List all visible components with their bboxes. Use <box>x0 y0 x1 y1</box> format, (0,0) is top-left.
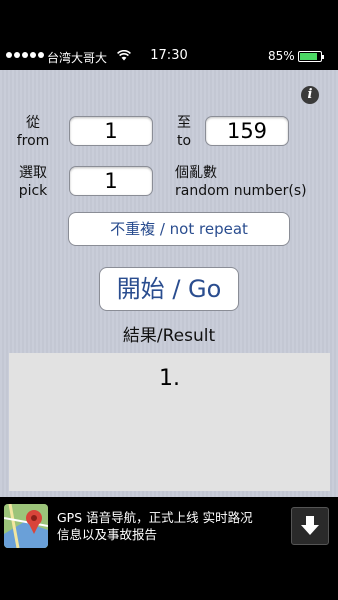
result-title: 結果/Result <box>122 326 216 346</box>
random-label-en: random number(s) <box>175 183 307 199</box>
random-label-cn: 個亂數 <box>175 165 217 181</box>
status-bar: 台湾大哥大 17:30 85% <box>0 44 338 68</box>
app-screen: 台湾大哥大 17:30 85% i 從 from 1 至 to 159 選取 p… <box>0 0 338 600</box>
ad-text-line2: 信息以及事故报告 <box>57 527 158 542</box>
ad-text-line1: GPS 语音导航，正式上线 实时路况 <box>57 510 253 525</box>
download-arrow-icon[interactable] <box>291 507 329 545</box>
from-label: 從 from <box>14 114 52 150</box>
to-label-en: to <box>176 133 192 149</box>
from-input[interactable]: 1 <box>69 116 153 146</box>
not-repeat-button[interactable]: 不重複 / not repeat <box>68 212 290 246</box>
ad-banner[interactable]: GPS 语音导航，正式上线 实时路况 信息以及事故报告 <box>0 500 338 552</box>
result-area: 1. <box>9 353 330 491</box>
random-number-label: 個亂數 random number(s) <box>175 164 325 200</box>
battery-percentage: 85% <box>268 49 295 63</box>
battery-icon <box>298 51 324 62</box>
from-label-en: from <box>16 133 50 149</box>
maps-app-icon[interactable] <box>4 504 48 548</box>
to-label-cn: 至 <box>177 115 191 131</box>
to-label: 至 to <box>171 114 197 150</box>
pick-input[interactable]: 1 <box>69 166 153 196</box>
ad-text[interactable]: GPS 语音导航，正式上线 实时路况 信息以及事故报告 <box>57 509 282 543</box>
from-label-cn: 從 <box>26 115 40 131</box>
pick-label: 選取 pick <box>10 164 56 200</box>
to-input[interactable]: 159 <box>205 116 289 146</box>
pick-label-cn: 選取 <box>19 165 47 181</box>
go-button[interactable]: 開始 / Go <box>99 267 239 311</box>
pick-label-en: pick <box>18 183 48 199</box>
info-icon[interactable]: i <box>301 86 319 104</box>
result-item: 1. <box>159 366 180 391</box>
